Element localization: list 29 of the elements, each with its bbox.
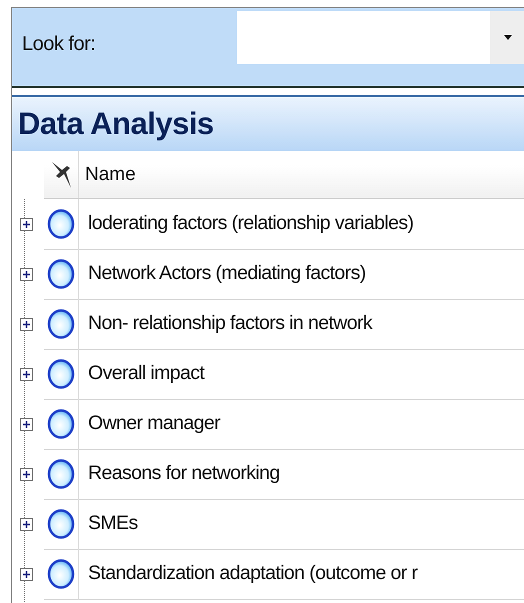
node-icon — [47, 408, 75, 438]
look-for-field[interactable] — [237, 11, 524, 64]
node-name[interactable]: Reasons for networking — [88, 462, 280, 485]
node-icon — [47, 508, 75, 538]
column-heading[interactable]: Name — [85, 164, 136, 186]
caret-icon — [504, 35, 512, 40]
panel-title: Data Analysis — [18, 106, 214, 142]
expand-icon[interactable] — [20, 418, 32, 430]
expand-icon[interactable] — [20, 518, 32, 530]
node-icon — [47, 308, 75, 338]
node-icon — [47, 358, 75, 388]
node-name[interactable]: SMEs — [88, 512, 138, 535]
expand-icon[interactable] — [20, 368, 32, 380]
expand-icon[interactable] — [20, 218, 32, 230]
node-name[interactable]: Overall impact — [88, 362, 204, 385]
look-for-label: Look for: — [22, 33, 96, 56]
expand-icon[interactable] — [20, 568, 32, 580]
expand-icon[interactable] — [20, 468, 32, 480]
node-icon — [47, 258, 75, 288]
node-name[interactable]: Network Actors (mediating factors) — [88, 262, 366, 285]
expand-icon[interactable] — [20, 318, 32, 330]
node-icon — [47, 208, 75, 238]
node-name[interactable]: loderating factors (relationship variables) — [88, 212, 414, 235]
node-name[interactable]: Standardization adaptation (outcome or r — [88, 562, 418, 585]
node-name[interactable]: Owner manager — [88, 412, 220, 435]
expand-icon[interactable] — [20, 268, 32, 280]
node-icon — [47, 558, 75, 588]
node-name[interactable]: Non- relationship factors in network — [88, 312, 372, 335]
node-icon — [47, 458, 75, 488]
